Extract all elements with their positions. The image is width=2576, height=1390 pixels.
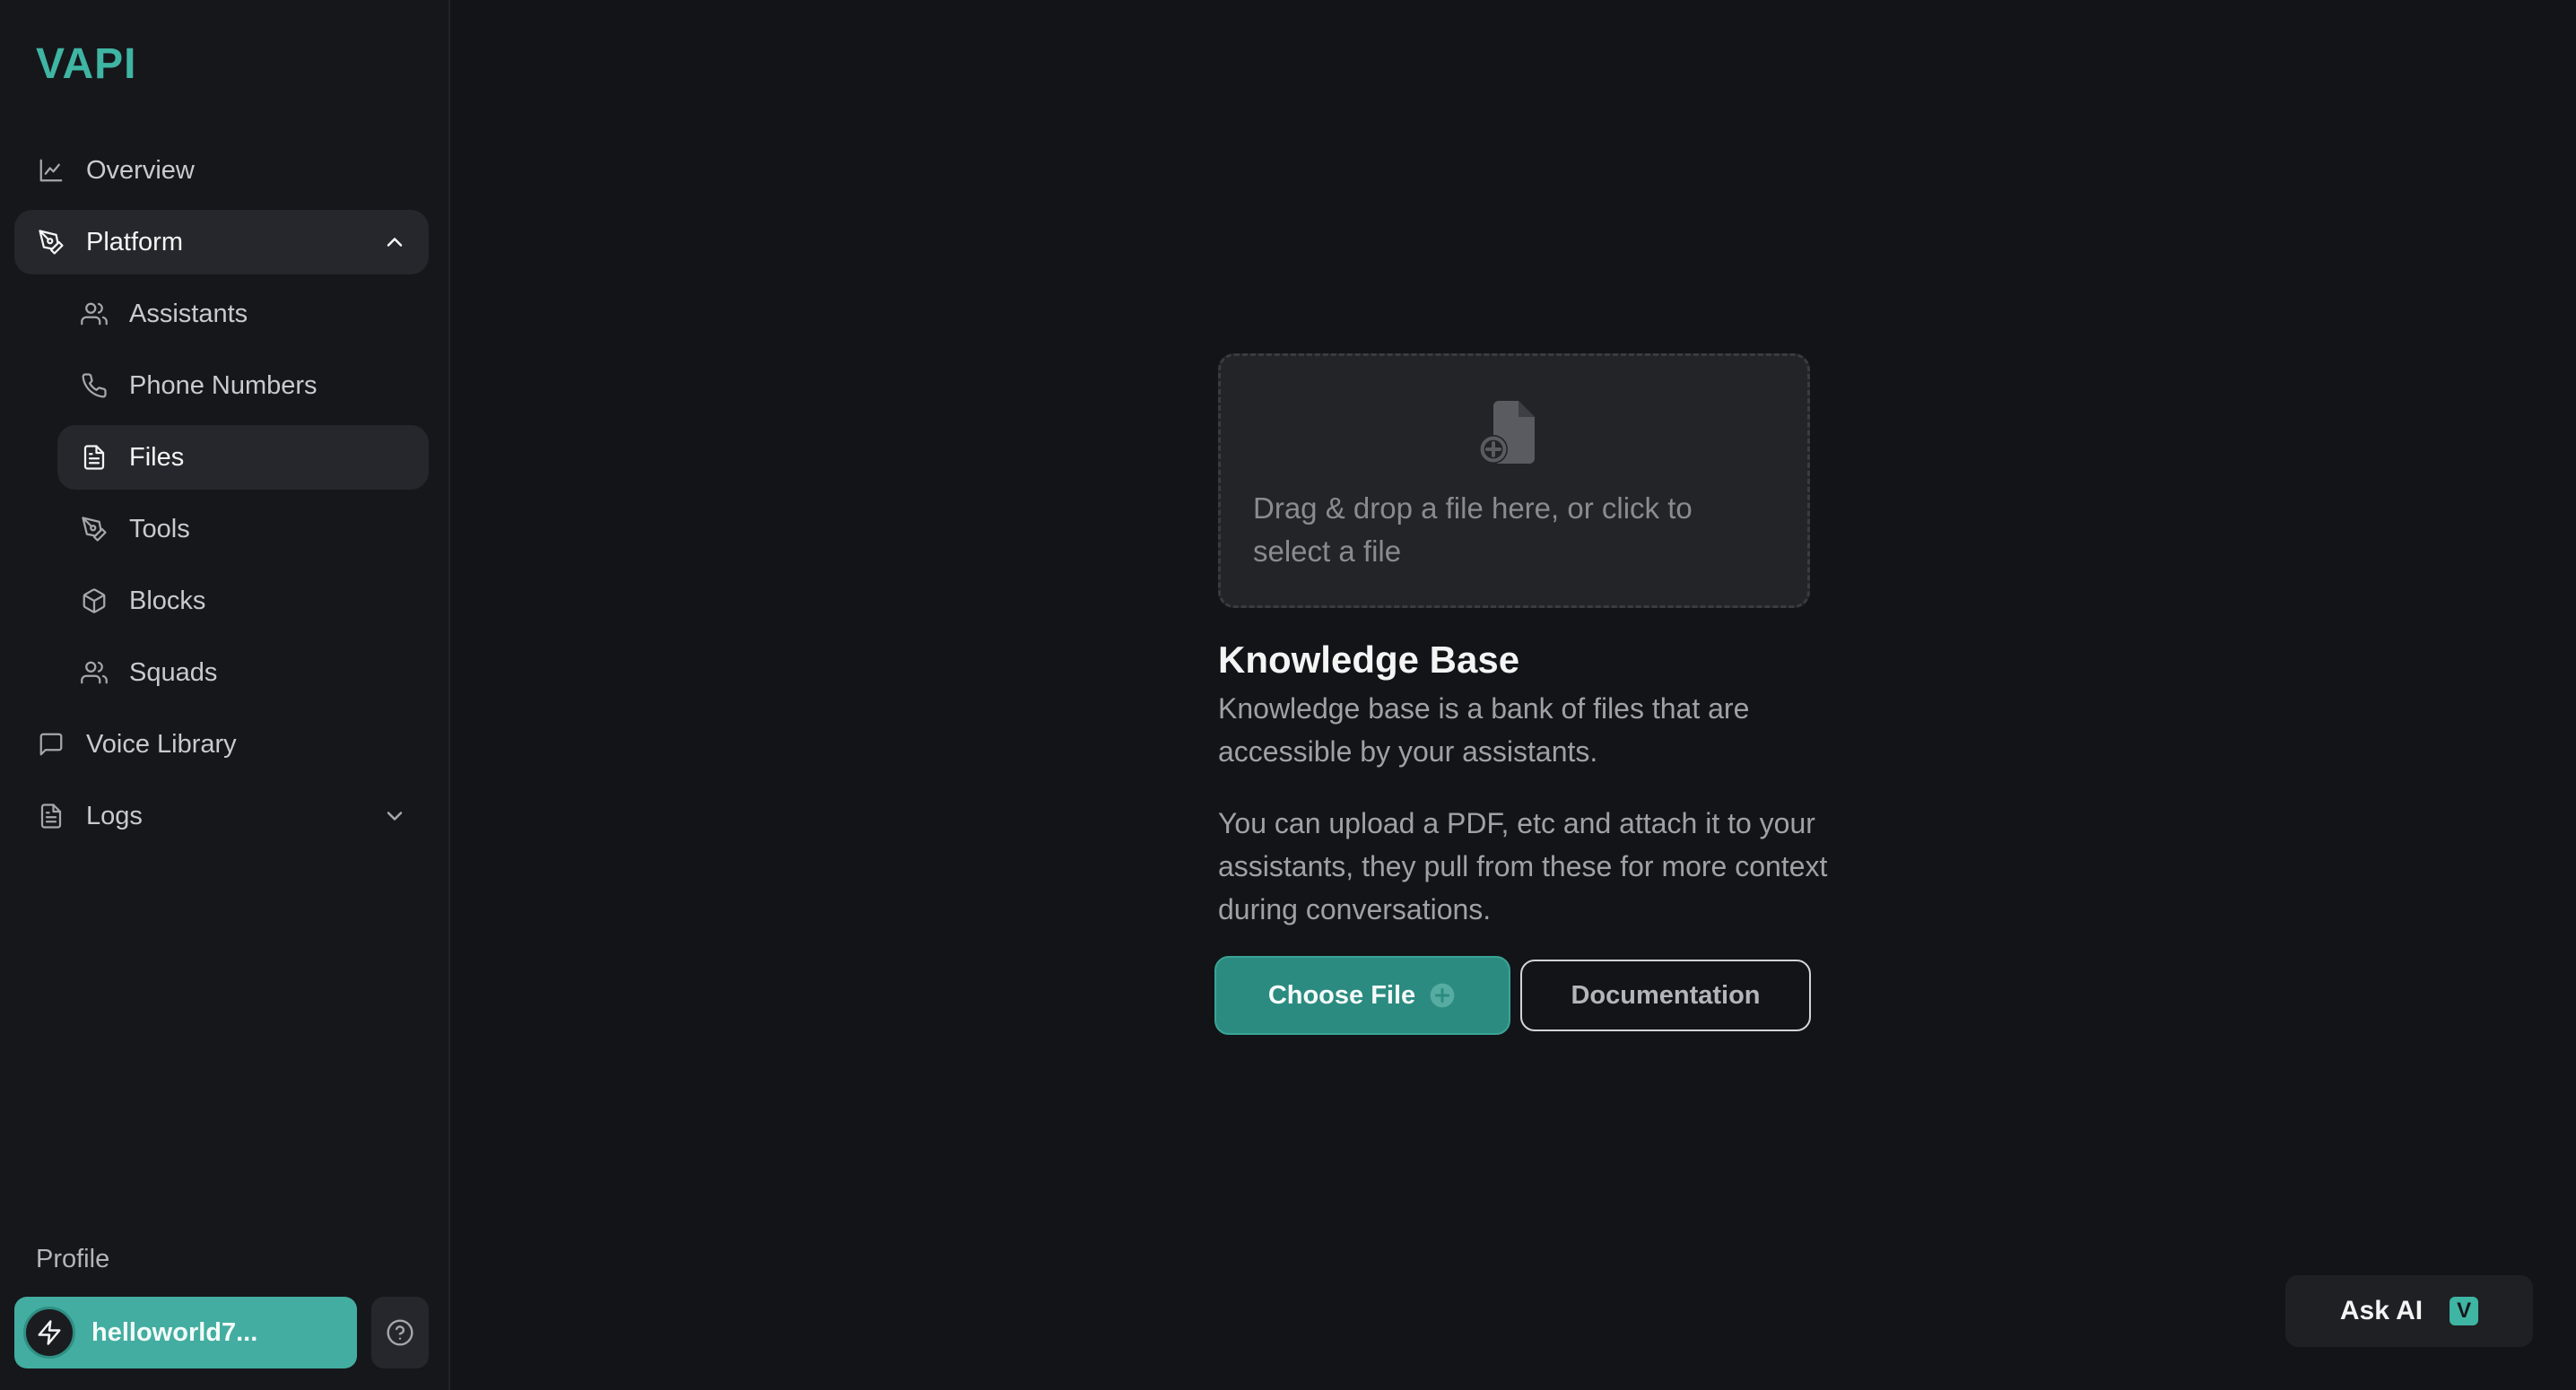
plus-circle-icon	[1430, 983, 1455, 1008]
pen-tool-icon	[36, 227, 66, 257]
sidebar-item-label: Assistants	[129, 299, 248, 328]
sidebar-item-label: Squads	[129, 657, 218, 687]
dropzone-text: Drag & drop a file here, or click to sel…	[1253, 491, 1693, 568]
chevron-up-icon	[387, 238, 403, 247]
sidebar-item-label: Files	[129, 442, 185, 472]
sidebar-item-label: Voice Library	[86, 729, 237, 759]
phone-icon	[79, 370, 109, 401]
sidebar-item-tools[interactable]: Tools	[57, 497, 429, 561]
sidebar-item-label: Phone Numbers	[129, 370, 318, 400]
sidebar-item-phone-numbers[interactable]: Phone Numbers	[57, 353, 429, 418]
sidebar-item-label: Tools	[129, 514, 190, 543]
documentation-button[interactable]: Documentation	[1520, 960, 1811, 1031]
sidebar-item-platform[interactable]: Platform	[14, 210, 429, 274]
help-circle-icon	[387, 1319, 413, 1346]
sidebar-item-voice-library[interactable]: Voice Library	[14, 712, 429, 777]
chevron-down-icon	[387, 812, 403, 821]
file-plus-icon	[1479, 401, 1535, 464]
page-description-secondary: You can upload a PDF, etc and attach it …	[1218, 807, 1828, 925]
page-description: Knowledge base is a bank of files that a…	[1218, 692, 1750, 768]
sidebar-item-squads[interactable]: Squads	[57, 640, 429, 705]
file-text-icon	[36, 801, 66, 831]
box-icon	[79, 586, 109, 616]
lightning-icon	[38, 1320, 61, 1345]
page-title: Knowledge Base	[1218, 639, 1520, 681]
sidebar-item-blocks[interactable]: Blocks	[57, 569, 429, 633]
pen-tool-icon	[79, 514, 109, 544]
sidebar-item-files[interactable]: Files	[57, 425, 429, 490]
file-dropzone[interactable]: Drag & drop a file here, or click to sel…	[1218, 353, 1810, 608]
sidebar-item-label: Blocks	[129, 586, 206, 615]
avatar	[23, 1307, 75, 1359]
documentation-label: Documentation	[1571, 980, 1761, 1010]
sidebar-item-assistants[interactable]: Assistants	[57, 282, 429, 346]
chart-line-icon	[36, 155, 66, 186]
ask-ai-button[interactable]: Ask AI V	[2285, 1275, 2533, 1347]
vapi-badge-icon: V	[2450, 1297, 2479, 1325]
sidebar-item-logs[interactable]: Logs	[14, 784, 429, 848]
user-profile-button[interactable]: helloworld7...	[14, 1297, 357, 1368]
sidebar: VAPI Overview Platform Assistants Phone …	[0, 0, 450, 1390]
choose-file-label: Choose File	[1267, 980, 1416, 1010]
sidebar-item-label: Overview	[86, 155, 195, 185]
sidebar-item-label: Platform	[86, 227, 183, 256]
users-icon	[79, 299, 109, 329]
choose-file-button[interactable]: Choose File	[1214, 956, 1510, 1035]
file-text-icon	[79, 442, 109, 473]
profile-label: Profile	[36, 1245, 110, 1273]
sidebar-item-overview[interactable]: Overview	[14, 138, 429, 203]
sidebar-item-label: Logs	[86, 801, 143, 830]
users-icon	[79, 657, 109, 688]
app-logo[interactable]: VAPI	[36, 39, 136, 89]
help-button[interactable]	[371, 1297, 429, 1368]
ask-ai-label: Ask AI	[2339, 1296, 2424, 1325]
user-name: helloworld7...	[91, 1317, 258, 1347]
app-root: VAPI Overview Platform Assistants Phone …	[0, 0, 2576, 1390]
message-square-icon	[36, 729, 66, 760]
